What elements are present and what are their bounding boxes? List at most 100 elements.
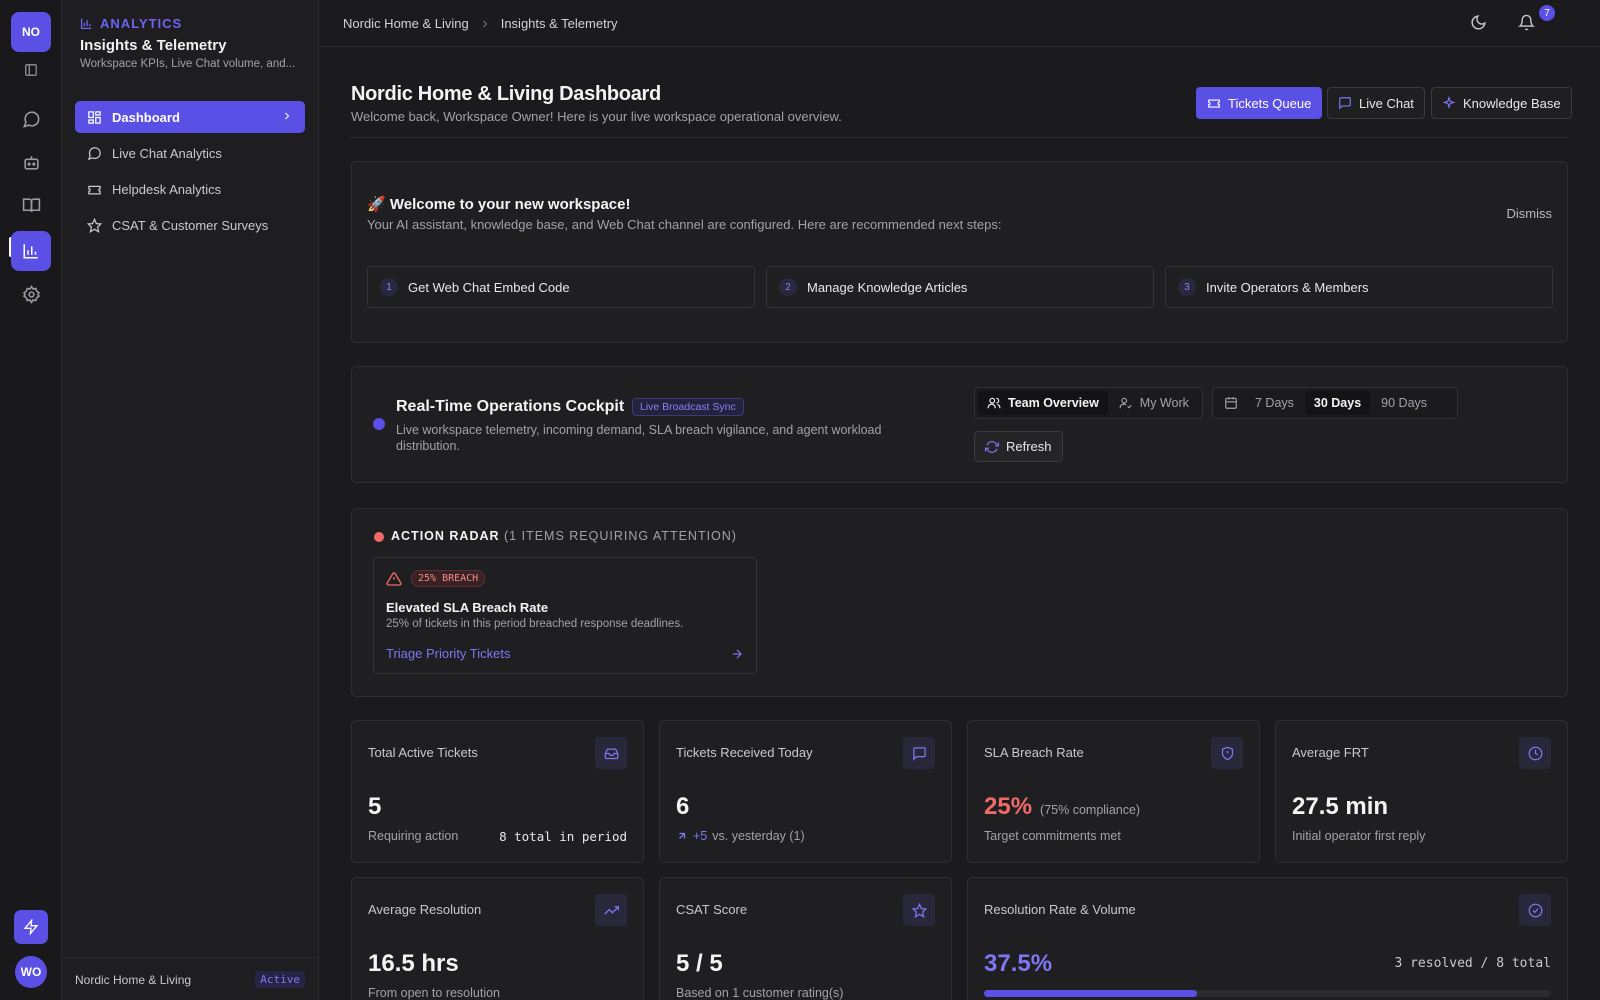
tickets-queue-label: Tickets Queue bbox=[1228, 95, 1312, 111]
kpi-total-active-tickets: Total Active Tickets 5 Requiring action … bbox=[351, 720, 644, 863]
kpi-sla-breach-rate: SLA Breach Rate 25% (75% compliance) Tar… bbox=[967, 720, 1260, 863]
nav-item-label: Helpdesk Analytics bbox=[112, 181, 222, 197]
workspace-name: Nordic Home & Living bbox=[75, 973, 192, 987]
chevron-right-icon bbox=[482, 20, 487, 27]
kpi-resolution-rate: Resolution Rate & Volume 37.5% 3 resolve… bbox=[967, 877, 1568, 1000]
nav-item-label: CSAT & Customer Surveys bbox=[112, 217, 269, 233]
kpi-delta: +5 bbox=[693, 829, 708, 843]
my-work-toggle[interactable]: My Work bbox=[1110, 391, 1198, 415]
kpi-label: Average FRT bbox=[1292, 745, 1369, 760]
inbox-icon bbox=[595, 737, 627, 769]
check-circle-icon bbox=[1519, 894, 1551, 926]
analytics-panel: ANALYTICS Insights & Telemetry Workspace… bbox=[63, 0, 319, 1000]
live-chat-button[interactable]: Live Chat bbox=[1327, 87, 1425, 119]
moon-icon[interactable] bbox=[1470, 14, 1487, 31]
dismiss-button[interactable]: Dismiss bbox=[1507, 206, 1553, 221]
chat-icon bbox=[87, 146, 101, 160]
kpi-value: 5 / 5 bbox=[676, 950, 723, 977]
step-number: 1 bbox=[380, 278, 398, 296]
knowledge-base-label: Knowledge Base bbox=[1463, 95, 1561, 111]
status-badge: Active bbox=[255, 971, 305, 988]
star-icon bbox=[903, 894, 935, 926]
grid-icon bbox=[88, 110, 101, 124]
warning-icon bbox=[386, 572, 402, 586]
view-toggle: Team Overview My Work bbox=[974, 387, 1203, 419]
kpi-total-in-period: 8 total in period bbox=[499, 829, 627, 844]
bot-icon[interactable] bbox=[11, 142, 51, 182]
nav-item-label: Live Chat Analytics bbox=[112, 145, 222, 161]
nav-item-csat[interactable]: CSAT & Customer Surveys bbox=[75, 209, 305, 241]
kpi-value-row: 25% (75% compliance) bbox=[984, 793, 1140, 821]
kpi-value: 37.5% bbox=[984, 950, 1053, 977]
my-work-label: My Work bbox=[1139, 396, 1189, 410]
step-embed-code[interactable]: 1 Get Web Chat Embed Code bbox=[367, 266, 755, 308]
welcome-title: 🚀 Welcome to your new workspace! bbox=[367, 196, 631, 213]
breadcrumb-current: Insights & Telemetry bbox=[500, 16, 618, 31]
kpi-value: 25% bbox=[984, 793, 1033, 820]
sparkles-icon bbox=[1442, 96, 1456, 109]
kpi-sub: Based on 1 customer rating(s) bbox=[676, 986, 844, 1000]
team-overview-toggle[interactable]: Team Overview bbox=[978, 391, 1108, 415]
user-avatar[interactable]: WO bbox=[15, 956, 47, 988]
analytics-icon[interactable] bbox=[11, 231, 51, 271]
kpi-label: Resolution Rate & Volume bbox=[984, 902, 1136, 917]
nav-item-helpdesk-analytics[interactable]: Helpdesk Analytics bbox=[75, 173, 305, 205]
ticket-icon bbox=[88, 185, 101, 194]
book-icon[interactable] bbox=[11, 185, 51, 225]
page-subtitle: Welcome back, Workspace Owner! Here is y… bbox=[351, 109, 842, 124]
team-overview-label: Team Overview bbox=[1008, 396, 1099, 410]
step-label: Manage Knowledge Articles bbox=[807, 279, 968, 295]
bell-icon[interactable] bbox=[1518, 14, 1535, 31]
range-7-days[interactable]: 7 Days bbox=[1246, 391, 1303, 415]
range-90-days[interactable]: 90 Days bbox=[1372, 391, 1436, 415]
panel-subtitle: Workspace KPIs, Live Chat volume, and... bbox=[80, 58, 296, 70]
nav-item-live-chat-analytics[interactable]: Live Chat Analytics bbox=[75, 137, 305, 169]
kpi-comparison: vs. yesterday (1) bbox=[712, 829, 805, 843]
step-knowledge-articles[interactable]: 2 Manage Knowledge Articles bbox=[766, 266, 1154, 308]
alert-body: 25% of tickets in this period breached r… bbox=[386, 618, 684, 630]
kpi-sub: Initial operator first reply bbox=[1292, 829, 1426, 843]
message-icon bbox=[903, 737, 935, 769]
user-check-icon bbox=[1119, 397, 1132, 409]
nav-item-dashboard[interactable]: Dashboard bbox=[75, 101, 305, 133]
workspace-logo[interactable]: NO bbox=[11, 12, 51, 52]
kpi-value: 5 bbox=[368, 793, 382, 820]
kpi-csat-score: CSAT Score 5 / 5 Based on 1 customer rat… bbox=[659, 877, 952, 1000]
kpi-value: 27.5 min bbox=[1292, 793, 1389, 820]
sidebar-toggle-icon[interactable] bbox=[11, 50, 51, 90]
divider bbox=[351, 137, 1568, 138]
kpi-label: Total Active Tickets bbox=[368, 745, 478, 760]
radar-count: (1 ITEMS REQUIRING ATTENTION) bbox=[504, 529, 737, 543]
alert-dot bbox=[374, 532, 384, 542]
kpi-sub: Target commitments met bbox=[984, 829, 1121, 843]
settings-icon[interactable] bbox=[11, 274, 51, 314]
nav-item-label: Dashboard bbox=[112, 109, 180, 125]
step-invite-operators[interactable]: 3 Invite Operators & Members bbox=[1165, 266, 1553, 308]
kpi-average-resolution: Average Resolution 16.5 hrs From open to… bbox=[351, 877, 644, 1000]
knowledge-base-button[interactable]: Knowledge Base bbox=[1431, 87, 1572, 119]
kpi-tickets-received-today: Tickets Received Today 6 +5 vs. yesterda… bbox=[659, 720, 952, 863]
resolution-progress-fill bbox=[984, 990, 1197, 997]
step-number: 3 bbox=[1178, 278, 1196, 296]
resolution-progress-track bbox=[984, 990, 1551, 997]
welcome-subtitle: Your AI assistant, knowledge base, and W… bbox=[367, 217, 1002, 232]
breach-tag: 25% BREACH bbox=[411, 570, 486, 587]
live-dot bbox=[373, 418, 385, 430]
sla-alert-card: 25% BREACH Elevated SLA Breach Rate 25% … bbox=[373, 557, 757, 674]
topbar: Nordic Home & Living Insights & Telemetr… bbox=[320, 0, 1600, 47]
step-number: 2 bbox=[779, 278, 797, 296]
kpi-label: CSAT Score bbox=[676, 902, 748, 917]
chevron-right-icon bbox=[285, 112, 290, 120]
clock-icon bbox=[1519, 737, 1551, 769]
calendar-icon bbox=[1216, 391, 1244, 415]
operations-cockpit-card: Real-Time Operations Cockpit Live Broadc… bbox=[351, 366, 1568, 483]
chat-icon[interactable] bbox=[11, 99, 51, 139]
refresh-button[interactable]: Refresh bbox=[974, 431, 1063, 462]
tickets-queue-button[interactable]: Tickets Queue bbox=[1196, 87, 1323, 119]
breadcrumb-workspace[interactable]: Nordic Home & Living bbox=[343, 16, 469, 31]
bolt-icon[interactable] bbox=[14, 910, 48, 944]
icon-rail: NO WO bbox=[0, 0, 62, 1000]
kpi-label: SLA Breach Rate bbox=[984, 745, 1084, 760]
range-30-days[interactable]: 30 Days bbox=[1304, 391, 1371, 415]
triage-link[interactable]: Triage Priority Tickets bbox=[386, 646, 511, 661]
